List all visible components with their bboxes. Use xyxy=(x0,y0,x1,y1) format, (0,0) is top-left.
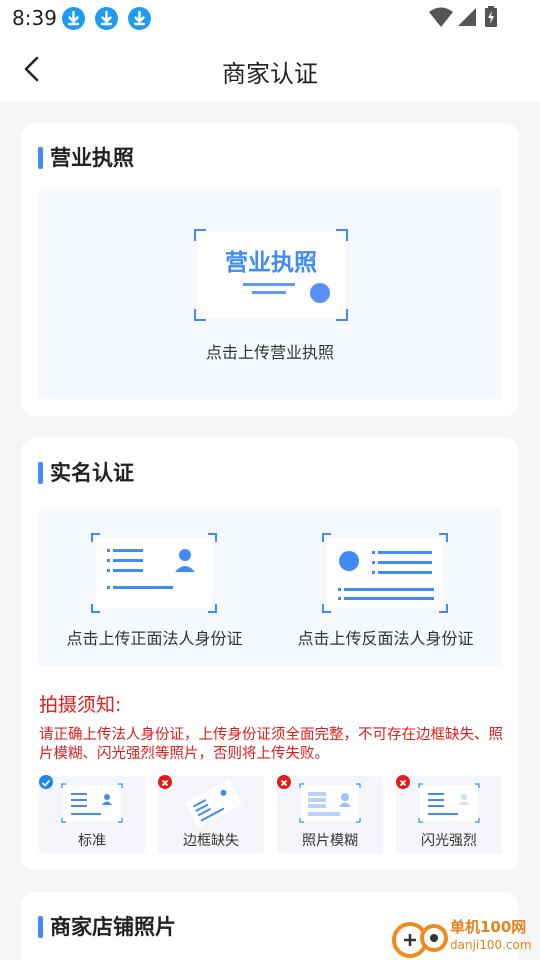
section-title-real-name: 实名认证 xyxy=(38,460,134,486)
id-front-upload[interactable]: 点击上传正面法人身份证 xyxy=(39,509,270,666)
error-icon xyxy=(396,775,410,789)
id-back-upload[interactable]: 点击上传反面法人身份证 xyxy=(270,509,501,666)
id-front-icon xyxy=(91,533,217,613)
download-icon xyxy=(128,7,151,30)
business-license-card: 营业执照 营业执照 点击上传营业执照 xyxy=(21,123,519,416)
real-name-card: 实名认证 点击上传正面法人身份证 点击上传反面法人身份证 拍摄须知: 请正确上传… xyxy=(21,438,519,870)
id-upload-area: 点击上传正面法人身份证 点击上传反面法人身份证 xyxy=(39,509,501,666)
error-icon xyxy=(277,775,291,789)
example-label: 闪光强烈 xyxy=(421,833,477,849)
id-front-label: 点击上传正面法人身份证 xyxy=(66,629,243,648)
id-back-label: 点击上传反面法人身份证 xyxy=(297,629,474,648)
error-icon xyxy=(158,775,172,789)
signal-icon xyxy=(458,8,476,26)
id-card-tilted-icon xyxy=(184,780,243,826)
id-card-blurry-icon xyxy=(299,783,361,823)
notice-text: 请正确上传法人身份证，上传身份证须全面完整，不可存在边框缺失、照片模糊、闪光强烈… xyxy=(39,727,503,762)
id-back-icon xyxy=(322,533,448,613)
example-standard: 标准 xyxy=(39,775,145,854)
license-upload-label: 点击上传营业执照 xyxy=(205,343,334,362)
section-title-business-license: 营业执照 xyxy=(38,145,134,171)
example-missing-border: 边框缺失 xyxy=(158,775,264,854)
site-logo-icon xyxy=(392,922,448,958)
watermark-site-name: 单机100网 xyxy=(450,918,527,936)
example-strong-flash: 闪光强烈 xyxy=(396,775,502,854)
id-card-flash-icon xyxy=(418,783,480,823)
nav-bar: 商家认证 xyxy=(0,36,540,102)
download-icon xyxy=(95,7,118,30)
id-card-standard-icon xyxy=(61,783,123,823)
license-preview-text: 营业执照 xyxy=(225,250,317,276)
status-time: 8:39 xyxy=(12,6,57,30)
wifi-icon xyxy=(429,7,453,27)
download-icon xyxy=(62,7,85,30)
status-bar: 8:39 xyxy=(0,0,540,36)
check-icon xyxy=(39,775,53,789)
example-label: 边框缺失 xyxy=(183,833,239,849)
page-title: 商家认证 xyxy=(222,60,318,88)
watermark-domain: danji100.com xyxy=(450,938,532,952)
battery-charging-icon xyxy=(485,6,497,27)
example-label: 标准 xyxy=(78,833,106,849)
business-license-upload[interactable]: 营业执照 点击上传营业执照 xyxy=(39,189,501,399)
watermark-logo: 单机100网 danji100.com xyxy=(390,912,540,960)
notice-title: 拍摄须知: xyxy=(39,694,122,716)
example-blurry: 照片模糊 xyxy=(277,775,383,854)
section-title-store-photos: 商家店铺照片 xyxy=(38,914,176,940)
example-label: 照片模糊 xyxy=(302,833,358,849)
